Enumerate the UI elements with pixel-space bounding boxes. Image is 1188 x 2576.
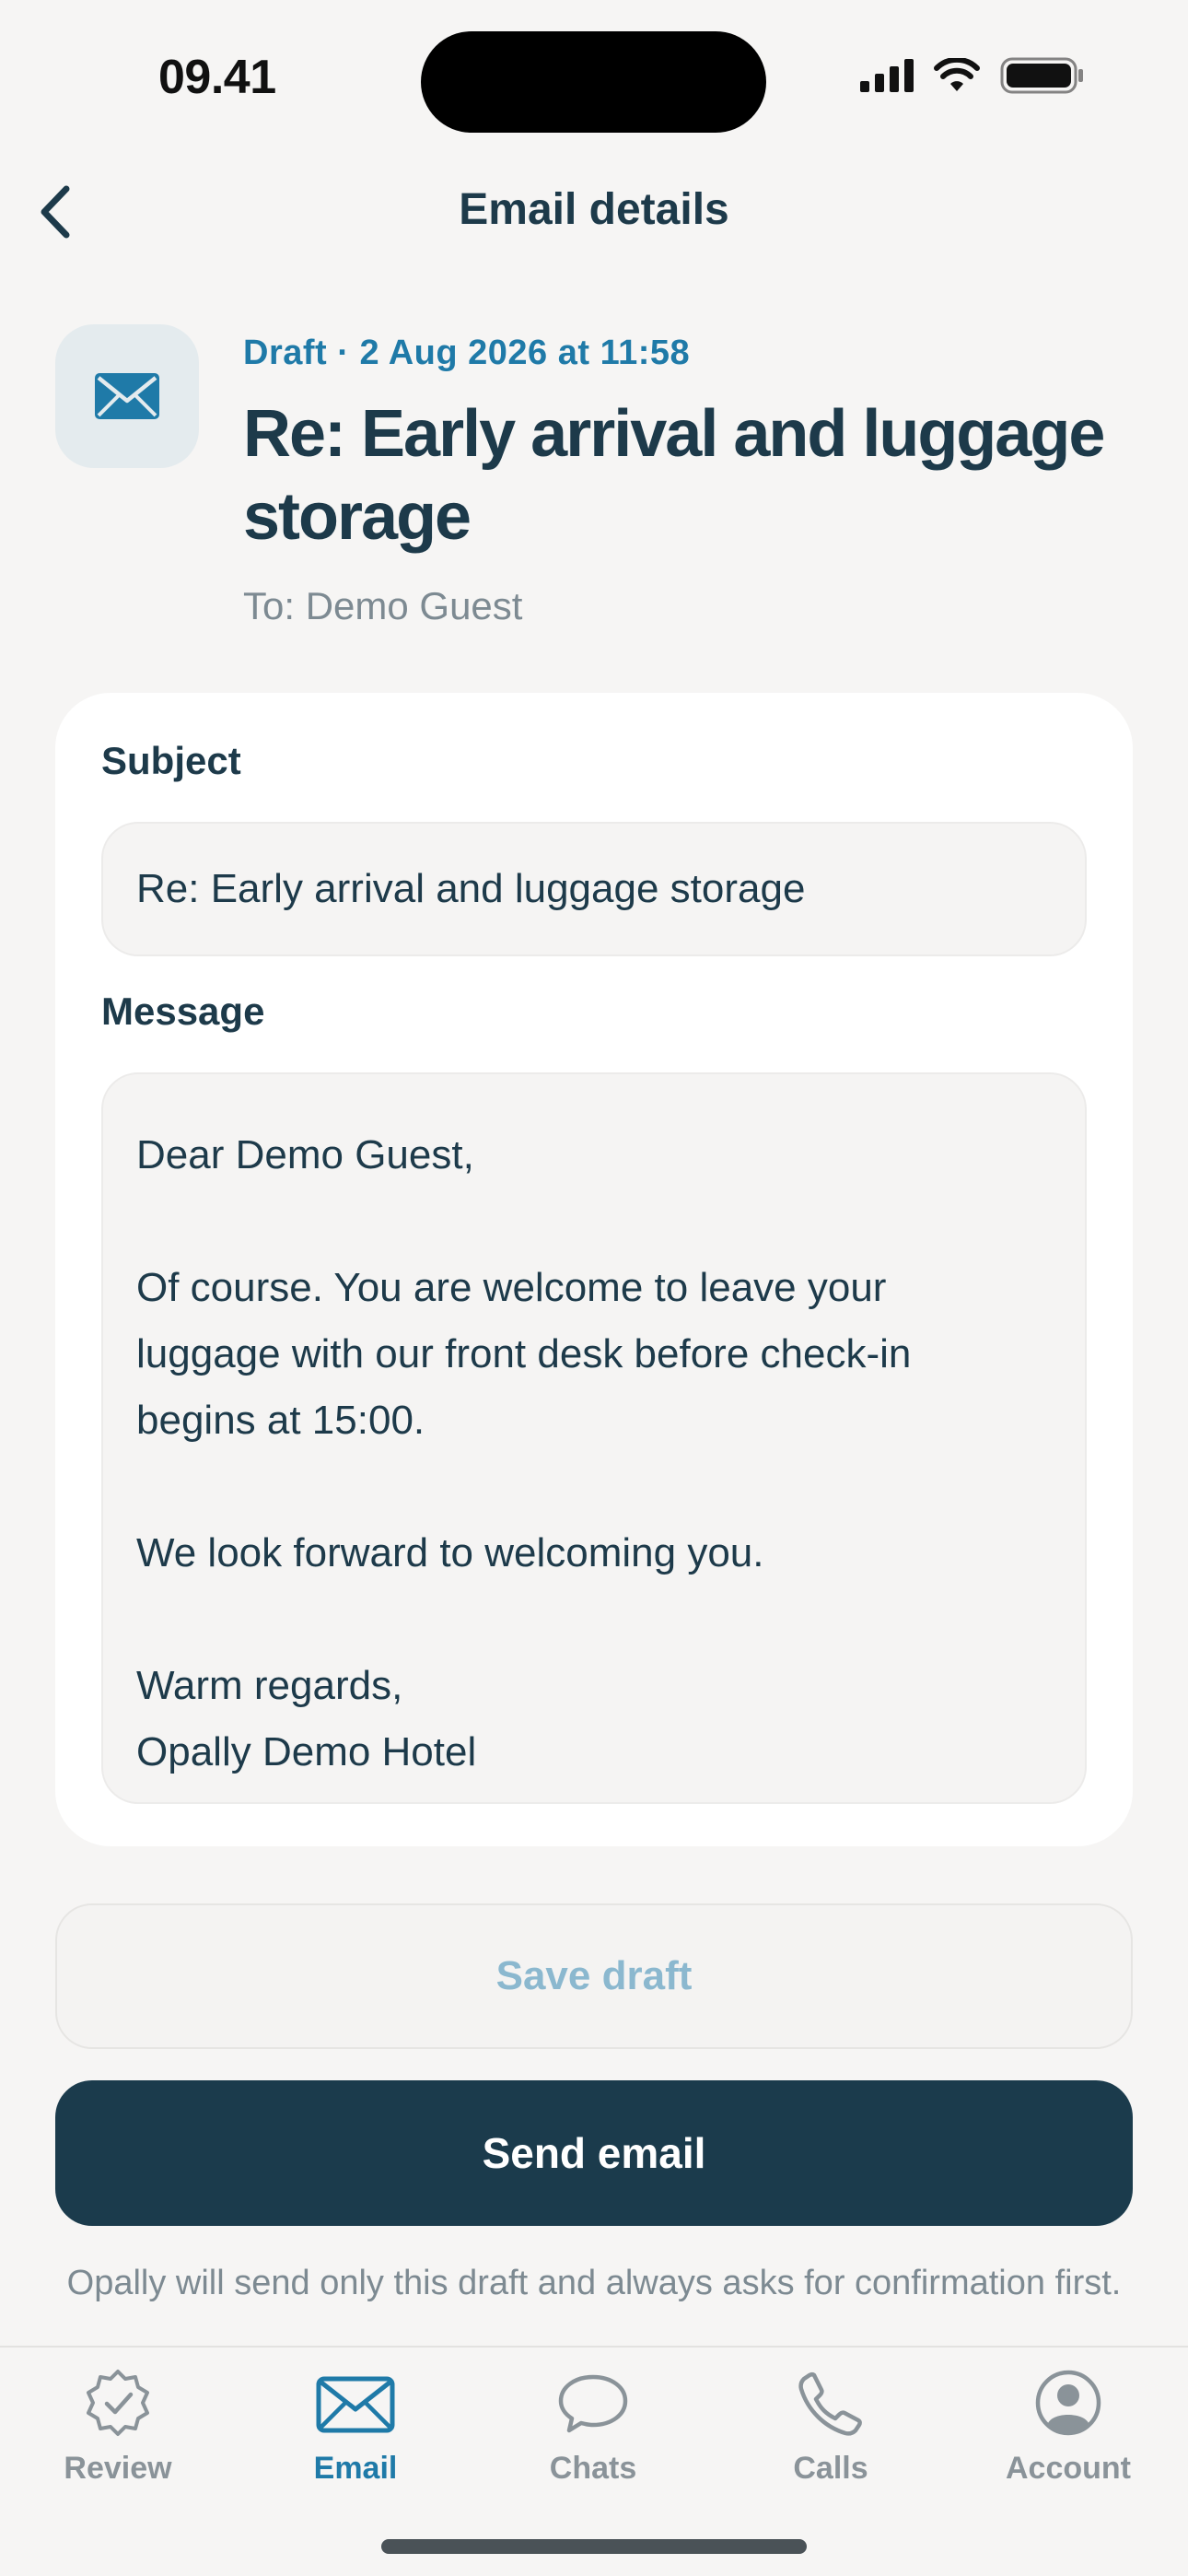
subject-label: Subject — [101, 739, 241, 782]
subject-value: Re: Early arrival and luggage storage — [136, 866, 806, 911]
tab-label: Account — [1006, 2451, 1131, 2486]
tab-label: Calls — [793, 2451, 868, 2486]
tab-account[interactable]: Account — [967, 2366, 1170, 2487]
save-draft-button[interactable]: Save draft — [55, 1903, 1133, 2049]
email-form-card: Subject Re: Early arrival and luggage st… — [55, 693, 1133, 1846]
home-indicator[interactable] — [381, 2539, 807, 2554]
status-icons — [860, 57, 1085, 94]
tab-review[interactable]: Review — [17, 2366, 219, 2487]
tab-chats[interactable]: Chats — [492, 2366, 694, 2487]
email-type-badge — [55, 324, 199, 468]
message-line: Of course. You are welcome to leave your — [136, 1265, 887, 1310]
message-line: Warm regards, — [136, 1663, 403, 1708]
status-time: 09.41 — [158, 51, 276, 104]
message-line: luggage with our front desk before check… — [136, 1331, 912, 1376]
send-email-button[interactable]: Send email — [55, 2080, 1133, 2226]
message-textarea[interactable]: Dear Demo Guest, Of course. You are welc… — [101, 1072, 1087, 1804]
user-circle-icon — [1035, 2370, 1101, 2436]
message-line: Dear Demo Guest, — [136, 1132, 474, 1177]
tab-label: Chats — [549, 2451, 637, 2486]
battery-icon — [1000, 57, 1083, 94]
tab-calls[interactable]: Calls — [729, 2366, 932, 2487]
subject-input[interactable]: Re: Early arrival and luggage storage — [101, 822, 1087, 956]
draft-meta: Draft · 2 Aug 2026 at 11:58 — [243, 334, 691, 372]
cellular-signal-icon — [860, 59, 914, 92]
envelope-icon — [95, 373, 159, 419]
confirmation-disclaimer: Opally will send only this draft and alw… — [66, 2264, 1122, 2302]
wifi-icon — [934, 58, 980, 91]
email-title: Re: Early arrival and luggage storage — [243, 397, 1105, 554]
message-line: begins at 15:00. — [136, 1398, 425, 1443]
email-details-screen: 09.41 Email details Draft · 2 Aug 2026 a — [0, 0, 1188, 2576]
tab-label: Review — [64, 2451, 172, 2486]
badge-check-icon — [87, 2370, 149, 2436]
chat-bubble-icon — [558, 2374, 628, 2433]
page-title: Email details — [459, 185, 729, 234]
recipient-line: To: Demo Guest — [243, 584, 523, 627]
dynamic-island — [421, 31, 766, 133]
message-label: Message — [101, 989, 265, 1033]
message-line: Opally Demo Hotel — [136, 1729, 477, 1774]
tab-email[interactable]: Email — [254, 2366, 457, 2487]
tab-label: Email — [313, 2451, 398, 2486]
message-line: We look forward to welcoming you. — [136, 1530, 764, 1575]
phone-icon — [798, 2372, 862, 2436]
envelope-icon — [316, 2376, 395, 2433]
